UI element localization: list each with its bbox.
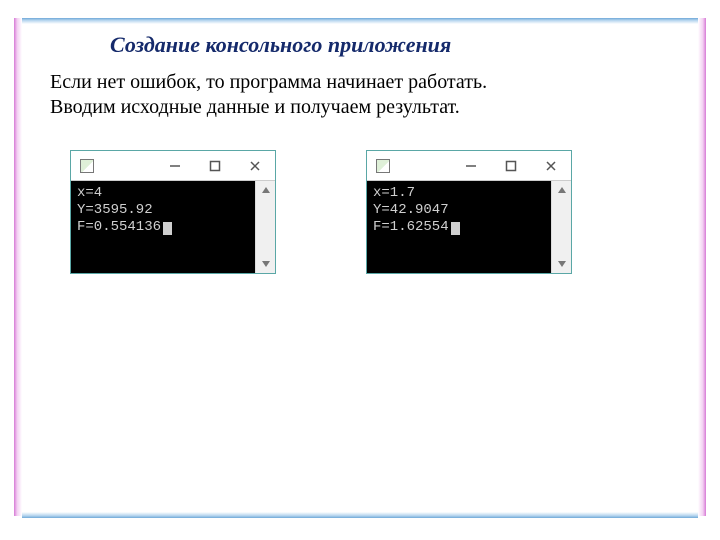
console-body: x=4 Y=3595.92 F=0.554136 xyxy=(71,181,275,273)
output-line-1: x=1.7 xyxy=(373,185,415,201)
scroll-down-icon[interactable] xyxy=(553,255,571,273)
paragraph-line-2: Вводим исходные данные и получаем резуль… xyxy=(50,96,460,118)
maximize-button[interactable] xyxy=(195,151,235,181)
frame-top xyxy=(22,18,698,24)
app-icon xyxy=(74,155,100,177)
cursor-icon xyxy=(163,222,172,235)
close-button[interactable] xyxy=(235,151,275,181)
output-line-3: F=0.554136 xyxy=(77,219,161,235)
app-icon xyxy=(370,155,396,177)
cursor-icon xyxy=(451,222,460,235)
frame-right xyxy=(698,18,706,516)
titlebar xyxy=(367,151,571,181)
output-line-2: Y=42.9047 xyxy=(373,202,449,218)
console-row: x=4 Y=3595.92 F=0.554136 xyxy=(70,150,680,274)
frame-bottom xyxy=(22,512,698,518)
frame-left xyxy=(14,18,22,516)
output-line-3: F=1.62554 xyxy=(373,219,449,235)
close-button[interactable] xyxy=(531,151,571,181)
console-window-2: x=1.7 Y=42.9047 F=1.62554 xyxy=(366,150,572,274)
output-line-2: Y=3595.92 xyxy=(77,202,153,218)
scroll-up-icon[interactable] xyxy=(257,181,275,199)
titlebar xyxy=(71,151,275,181)
terminal-output: x=1.7 Y=42.9047 F=1.62554 xyxy=(367,181,551,273)
output-line-1: x=4 xyxy=(77,185,102,201)
scroll-up-icon[interactable] xyxy=(553,181,571,199)
slide-title: Создание консольного приложения xyxy=(110,32,680,58)
console-body: x=1.7 Y=42.9047 F=1.62554 xyxy=(367,181,571,273)
maximize-button[interactable] xyxy=(491,151,531,181)
scroll-down-icon[interactable] xyxy=(257,255,275,273)
paragraph-line-1: Если нет ошибок, то программа начинает р… xyxy=(50,71,487,93)
scrollbar[interactable] xyxy=(551,181,571,273)
slide: Создание консольного приложения Если нет… xyxy=(0,0,720,540)
terminal-output: x=4 Y=3595.92 F=0.554136 xyxy=(71,181,255,273)
minimize-button[interactable] xyxy=(155,151,195,181)
console-window-1: x=4 Y=3595.92 F=0.554136 xyxy=(70,150,276,274)
scrollbar[interactable] xyxy=(255,181,275,273)
slide-body: Если нет ошибок, то программа начинает р… xyxy=(50,70,680,120)
minimize-button[interactable] xyxy=(451,151,491,181)
content-area: Создание консольного приложения Если нет… xyxy=(40,32,680,274)
